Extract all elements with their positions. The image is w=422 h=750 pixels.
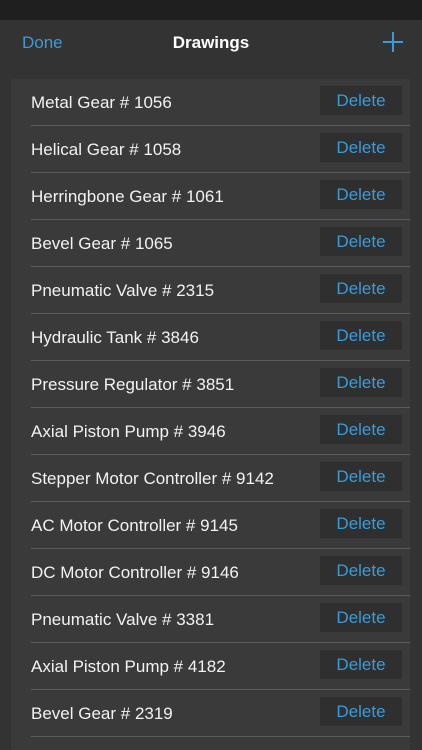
delete-button[interactable]: Delete	[320, 650, 402, 679]
list-item: Axial Piston Pump # 3946 Delete	[11, 408, 410, 455]
drawing-name[interactable]: Herringbone Gear # 1061	[31, 187, 224, 207]
delete-button[interactable]: Delete	[320, 227, 402, 256]
list-item: Stepper Motor Controller # 9142 Delete	[11, 455, 410, 502]
drawing-name[interactable]: Bevel Gear # 1065	[31, 234, 173, 254]
drawings-list: Metal Gear # 1056 Delete Helical Gear # …	[11, 79, 410, 750]
delete-button[interactable]: Delete	[320, 462, 402, 491]
list-item: Pneumatic Valve # 3381 Delete	[11, 596, 410, 643]
drawing-name[interactable]: Metal Gear # 1056	[31, 93, 172, 113]
delete-button[interactable]: Delete	[320, 603, 402, 632]
list-item: DC Motor Controller # 9146 Delete	[11, 549, 410, 596]
list-item: Bevel Gear # 1065 Delete	[11, 220, 410, 267]
drawing-name[interactable]: Axial Piston Pump # 3946	[31, 422, 226, 442]
list-item: Bevel Gear # 2319 Delete	[11, 690, 410, 737]
delete-button[interactable]: Delete	[320, 321, 402, 350]
delete-button[interactable]: Delete	[320, 133, 402, 162]
drawing-name[interactable]: Pneumatic Valve # 2315	[31, 281, 214, 301]
navigation-bar: Done Drawings	[0, 20, 422, 66]
drawing-name[interactable]: Pneumatic Valve # 3381	[31, 610, 214, 630]
list-item: Pneumatic Valve # 2315 Delete	[11, 267, 410, 314]
list-item: Helical Gear # 1058 Delete	[11, 126, 410, 173]
list-item: Pressure Regulator # 3851 Delete	[11, 361, 410, 408]
plus-icon[interactable]	[382, 31, 404, 53]
delete-button[interactable]: Delete	[320, 509, 402, 538]
list-item: Metal Gear # 1056 Delete	[11, 79, 410, 126]
delete-button[interactable]: Delete	[320, 415, 402, 444]
list-item: Herringbone Gear # 1061 Delete	[11, 173, 410, 220]
delete-button[interactable]: Delete	[320, 180, 402, 209]
drawing-name[interactable]: Helical Gear # 1058	[31, 140, 181, 160]
delete-button[interactable]: Delete	[320, 368, 402, 397]
drawing-name[interactable]: Hydraulic Tank # 3846	[31, 328, 199, 348]
drawing-name[interactable]: Stepper Motor Controller # 9142	[31, 469, 274, 489]
drawings-panel: Done Drawings Metal Gear # 1056 Delete H…	[0, 20, 422, 750]
delete-button[interactable]: Delete	[320, 86, 402, 115]
list-item: Axial Piston Pump # 4182 Delete	[11, 643, 410, 690]
done-button[interactable]: Done	[22, 33, 63, 53]
delete-button[interactable]: Delete	[320, 697, 402, 726]
drawing-name[interactable]: Bevel Gear # 2319	[31, 704, 173, 724]
status-bar-area	[0, 0, 422, 20]
page-title: Drawings	[172, 33, 250, 52]
drawing-name[interactable]: DC Motor Controller # 9146	[31, 563, 239, 583]
list-item: Hydraulic Tank # 3846 Delete	[11, 314, 410, 361]
drawing-name[interactable]: AC Motor Controller # 9145	[31, 516, 238, 536]
list-item: AC Motor Controller # 9145 Delete	[11, 502, 410, 549]
delete-button[interactable]: Delete	[320, 274, 402, 303]
drawing-name[interactable]: Axial Piston Pump # 4182	[31, 657, 226, 677]
drawing-name[interactable]: Pressure Regulator # 3851	[31, 375, 234, 395]
delete-button[interactable]: Delete	[320, 556, 402, 585]
